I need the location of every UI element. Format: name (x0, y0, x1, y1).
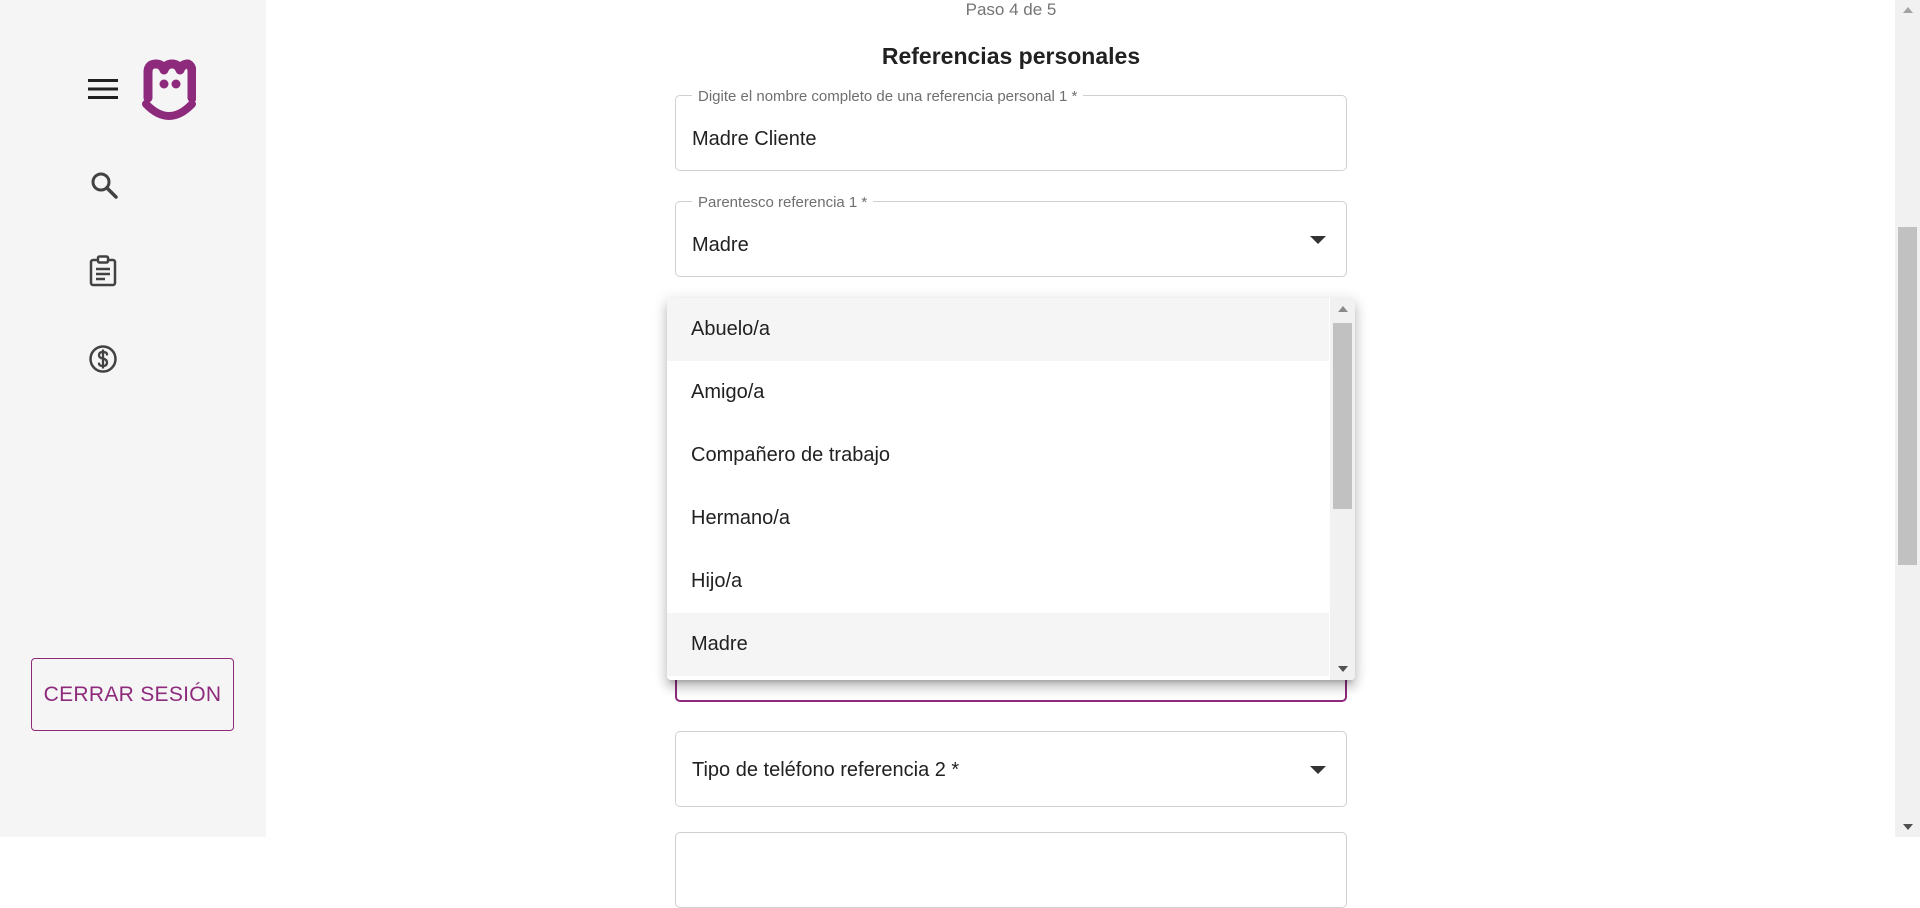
relationship-dropdown-menu[interactable]: Abuelo/a Amigo/a Compañero de trabajo He… (667, 298, 1355, 680)
reference1-name-label: Digite el nombre completo de una referen… (692, 88, 1084, 105)
reference1-name-value[interactable]: Madre Cliente (692, 128, 817, 151)
section-title: Referencias personales (881, 43, 1141, 69)
dropdown-scrollbar-thumb[interactable] (1333, 323, 1352, 509)
dropdown-option[interactable]: Hermano/a (667, 487, 1329, 550)
phone-type-ref2-select[interactable]: Tipo de teléfono referencia 2 * (675, 731, 1347, 807)
brand-logo[interactable] (142, 58, 196, 122)
money-icon[interactable] (88, 344, 118, 374)
next-field[interactable] (675, 832, 1347, 908)
dropdown-option[interactable]: Compañero de trabajo (667, 424, 1329, 487)
step-indicator: Paso 4 de 5 (965, 0, 1057, 19)
scroll-up-arrow-icon[interactable] (1338, 306, 1348, 312)
chevron-down-icon[interactable] (1310, 236, 1326, 244)
page-scrollbar-thumb[interactable] (1898, 227, 1917, 565)
dropdown-scrollbar[interactable] (1330, 298, 1355, 680)
scroll-down-arrow-icon[interactable] (1903, 824, 1913, 830)
reference1-relationship-label: Parentesco referencia 1 * (692, 194, 874, 211)
page-scrollbar[interactable] (1895, 0, 1920, 837)
reference1-name-field[interactable]: Digite el nombre completo de una referen… (675, 88, 1347, 171)
sidebar: CERRAR SESIÓN (0, 0, 266, 837)
clipboard-icon[interactable] (89, 255, 117, 287)
dropdown-option[interactable]: Hijo/a (667, 550, 1329, 613)
menu-icon[interactable] (88, 78, 118, 100)
chevron-down-icon[interactable] (1310, 766, 1326, 774)
reference1-relationship-value[interactable]: Madre (692, 234, 749, 257)
phone-type-ref2-placeholder: Tipo de teléfono referencia 2 * (692, 759, 960, 781)
dropdown-option-selected[interactable]: Madre (667, 613, 1329, 676)
dropdown-option[interactable]: Abuelo/a (667, 298, 1329, 361)
search-icon[interactable] (90, 171, 118, 199)
scroll-up-arrow-icon[interactable] (1903, 7, 1913, 13)
scroll-down-arrow-icon[interactable] (1338, 666, 1348, 672)
logout-button[interactable]: CERRAR SESIÓN (31, 658, 234, 731)
reference1-relationship-select[interactable]: Parentesco referencia 1 * Madre (675, 194, 1347, 277)
dropdown-option[interactable]: Amigo/a (667, 361, 1329, 424)
